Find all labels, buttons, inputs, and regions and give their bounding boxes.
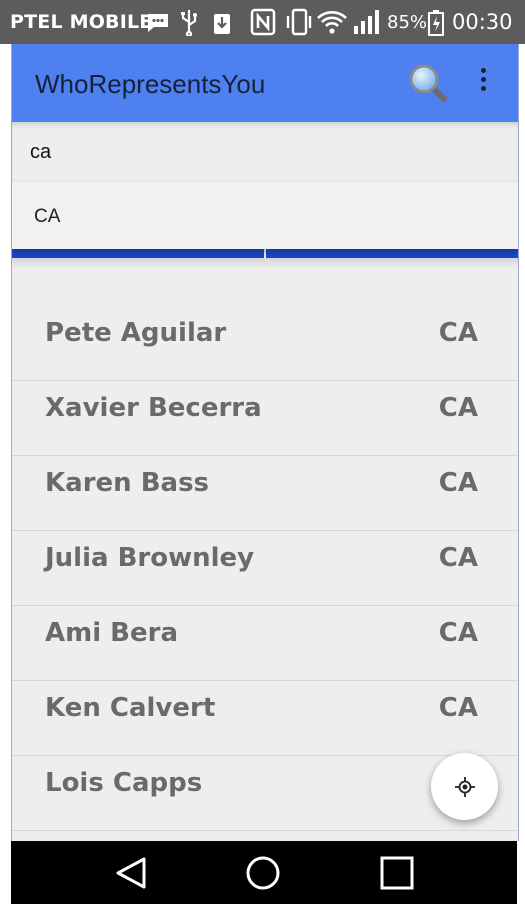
representative-name: Lois Capps: [45, 768, 203, 798]
list-item[interactable]: Julia Brownley CA: [12, 531, 518, 606]
battery-charging-icon: [428, 10, 444, 36]
recents-icon[interactable]: [379, 855, 415, 891]
my-location-button[interactable]: [431, 753, 498, 820]
carrier-label: PTEL MOBILE: [10, 11, 153, 33]
status-icons: [148, 8, 380, 36]
list-item[interactable]: Pete Aguilar CA: [12, 306, 518, 381]
suggestion-item[interactable]: CA: [12, 182, 518, 249]
representative-name: Ken Calvert: [45, 693, 216, 723]
representative-name: Karen Bass: [45, 468, 210, 498]
signal-icon: [354, 10, 379, 34]
representative-state: CA: [438, 543, 478, 573]
more-vert-icon: [480, 68, 486, 73]
representative-state: CA: [438, 393, 478, 423]
status-bar: PTEL MOBILE 85% 00:30: [0, 0, 525, 44]
clock: 00:30: [452, 10, 513, 34]
navigation-bar: [11, 841, 517, 904]
representative-state: CA: [438, 318, 478, 348]
representative-name: Pete Aguilar: [45, 318, 227, 348]
vibrate-icon: [286, 8, 312, 36]
list-item[interactable]: Ken Calvert CA: [12, 681, 518, 756]
search-button[interactable]: [406, 61, 450, 105]
download-icon: [214, 14, 230, 34]
app-title: WhoRepresentsYou: [35, 69, 266, 99]
back-icon[interactable]: [114, 855, 150, 891]
list-item[interactable]: Ami Bera CA: [12, 606, 518, 681]
overflow-menu-button[interactable]: [471, 64, 495, 104]
message-icon: [148, 14, 168, 32]
usb-icon: [181, 10, 197, 36]
list-item[interactable]: Karen Bass CA: [12, 456, 518, 531]
nfc-icon: [250, 8, 276, 36]
list-item[interactable]: Xavier Becerra CA: [12, 381, 518, 456]
tab-strip: [12, 249, 518, 258]
tab-right[interactable]: [264, 249, 518, 258]
search-icon: [409, 64, 447, 102]
representative-state: CA: [438, 618, 478, 648]
representative-name: Xavier Becerra: [45, 393, 262, 423]
my-location-icon: [454, 776, 475, 797]
app-bar: WhoRepresentsYou: [12, 44, 518, 122]
search-field[interactable]: [12, 122, 518, 182]
representatives-list: Pete Aguilar CA Xavier Becerra CA Karen …: [12, 306, 518, 831]
wifi-icon: [317, 11, 347, 34]
search-input[interactable]: [30, 138, 490, 166]
battery-percent: 85%: [387, 12, 428, 33]
representative-state: CA: [438, 693, 478, 723]
tab-left[interactable]: [12, 249, 264, 258]
representative-name: Ami Bera: [45, 618, 178, 648]
app-window: WhoRepresentsYou CA Pete Ag: [11, 44, 519, 841]
suggestion-label: CA: [34, 206, 61, 227]
representative-name: Julia Brownley: [45, 543, 255, 573]
home-icon[interactable]: [245, 855, 281, 891]
representative-state: CA: [438, 468, 478, 498]
